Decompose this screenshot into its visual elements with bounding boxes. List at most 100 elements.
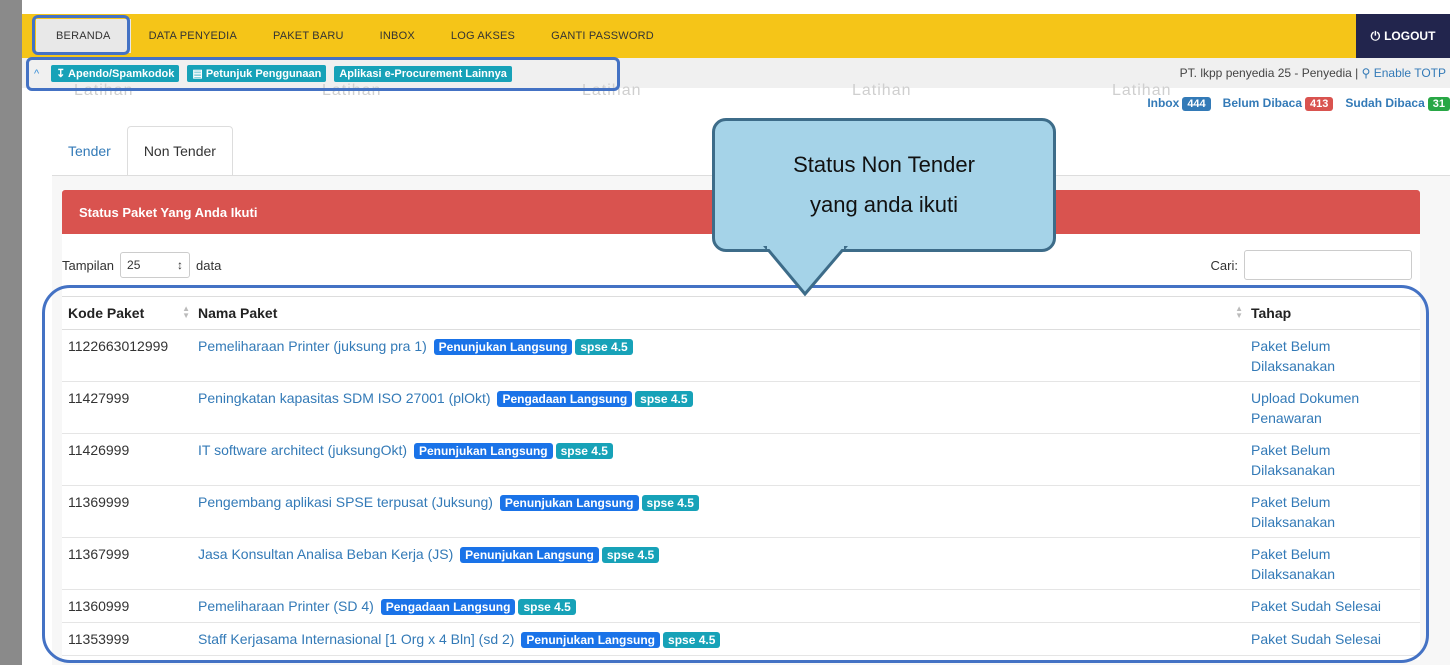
enable-totp-link[interactable]: ⚲ Enable TOTP [1362, 66, 1446, 80]
user-info: PT. lkpp penyedia 25 - Penyedia | ⚲ Enab… [1180, 66, 1446, 80]
method-badge: Penunjukan Langsung [460, 547, 599, 563]
chevron-up-icon[interactable]: ^ [34, 68, 39, 80]
method-badge: Pengadaan Langsung [380, 599, 516, 615]
tahap-link[interactable]: Paket Belum Dilaksanakan [1245, 537, 1420, 590]
tahap-link[interactable]: Paket Belum Dilaksanakan [1245, 433, 1420, 486]
message-counters: Inbox 444 Belum Dibaca 413 Sudah Dibaca 31 [1147, 96, 1450, 111]
nav-data-penyedia[interactable]: DATA PENYEDIA [131, 14, 255, 58]
search-input[interactable] [1244, 250, 1412, 280]
tab-tender[interactable]: Tender [52, 126, 127, 176]
method-badge: Pengadaan Langsung [497, 391, 633, 407]
key-icon: ⚲ [1361, 66, 1371, 80]
callout-pointer [763, 246, 848, 297]
page: BERANDA DATA PENYEDIA PAKET BARU INBOX L… [22, 0, 1450, 665]
method-badge: Penunjukan Langsung [413, 443, 553, 459]
callout-box: Status Non Tender yang anda ikuti [712, 118, 1056, 252]
watermark: Latihan [74, 82, 134, 99]
read-count-badge: 31 [1427, 97, 1450, 111]
petunjuk-link[interactable]: ▤ Petunjuk Penggunaan [187, 65, 327, 82]
column-header-nama[interactable]: Nama Paket ▲ ▼ [192, 296, 1245, 330]
version-badge: spse 4.5 [641, 495, 699, 511]
nav-paket-baru[interactable]: PAKET BARU [255, 14, 362, 58]
watermark: Latihan [852, 82, 912, 99]
tahap-link[interactable]: Paket Belum Dilaksanakan [1245, 485, 1420, 538]
method-badge: Penunjukan Langsung [521, 632, 661, 648]
eproc-apps-link[interactable]: Aplikasi e-Procurement Lainnya [334, 65, 512, 82]
package-link[interactable]: Pemeliharaan Printer (juksung pra 1) [198, 338, 427, 354]
nav-ganti-password[interactable]: GANTI PASSWORD [533, 14, 672, 58]
table-row: 11369999 Pengembang aplikasi SPSE terpusa… [62, 485, 1420, 538]
sort-icon: ▲ ▼ [1235, 304, 1243, 320]
tahap-link[interactable]: Upload Dokumen Penawaran [1245, 381, 1420, 434]
kode-cell: 11360999 [62, 589, 192, 623]
search-label: Cari: [1210, 257, 1238, 273]
package-table: Kode Paket ▲ ▼ Nama Paket ▲ ▼ Tahap 11226630… [62, 296, 1420, 656]
secondary-toolbar: ^ ↧ Apendo/Spamkodok ▤ Petunjuk Pengguna… [22, 58, 1450, 88]
kode-cell: 11367999 [62, 537, 192, 590]
table-row: 1122663012999 Pemeliharaan Printer (juksu… [62, 329, 1420, 382]
tahap-link[interactable]: Paket Sudah Selesai [1245, 589, 1420, 623]
column-header-kode[interactable]: Kode Paket ▲ ▼ [62, 296, 192, 330]
nama-cell: Pemeliharaan Printer (SD 4) Pengadaan La… [192, 589, 1245, 623]
table-row: 11360999 Pemeliharaan Printer (SD 4) Peng… [62, 589, 1420, 623]
kode-cell: 11353999 [62, 622, 192, 656]
nama-cell: IT software architect (juksungOkt) Penun… [192, 433, 1245, 486]
nama-cell: Peningkatan kapasitas SDM ISO 27001 (plO… [192, 381, 1245, 434]
page-size-select[interactable]: 25 ↕ [120, 252, 191, 278]
tahap-link[interactable]: Paket Sudah Selesai [1245, 622, 1420, 656]
kode-cell: 11427999 [62, 381, 192, 434]
version-badge: spse 4.5 [575, 339, 633, 355]
book-icon: ▤ [192, 68, 206, 80]
top-navigation: BERANDA DATA PENYEDIA PAKET BARU INBOX L… [22, 14, 1450, 58]
kode-cell: 1122663012999 [62, 329, 192, 382]
data-label: data [196, 257, 222, 273]
package-link[interactable]: Jasa Konsultan Analisa Beban Kerja (JS) [198, 546, 453, 562]
package-link[interactable]: Pemeliharaan Printer (SD 4) [198, 598, 374, 614]
show-label: Tampilan [62, 257, 115, 273]
download-icon: ↧ [56, 68, 69, 80]
nav-inbox[interactable]: INBOX [362, 14, 433, 58]
method-badge: Penunjukan Langsung [433, 339, 573, 355]
package-link[interactable]: Pengembang aplikasi SPSE terpusat (Juksu… [198, 494, 493, 510]
nav-log-akses[interactable]: LOG AKSES [433, 14, 533, 58]
table-row: 11427999 Peningkatan kapasitas SDM ISO 27… [62, 381, 1420, 434]
version-badge: spse 4.5 [555, 443, 613, 459]
read-link[interactable]: Sudah Dibaca 31 [1345, 96, 1450, 111]
user-name: PT. lkpp penyedia 25 - Penyedia | [1179, 66, 1359, 80]
version-badge: spse 4.5 [518, 599, 576, 615]
nama-cell: Pengembang aplikasi SPSE terpusat (Juksu… [192, 485, 1245, 538]
watermark: Latihan [322, 82, 382, 99]
nama-cell: Pemeliharaan Printer (juksung pra 1) Pen… [192, 329, 1245, 382]
callout-line-1: Status Non Tender [793, 152, 975, 177]
table-row: 11353999 Staff Kerjasama Internasional [1… [62, 622, 1420, 656]
watermark: Latihan [582, 82, 642, 99]
apendo-link[interactable]: ↧ Apendo/Spamkodok [51, 65, 180, 82]
table-row: 11367999 Jasa Konsultan Analisa Beban Ker… [62, 537, 1420, 590]
unread-count-badge: 413 [1305, 97, 1334, 111]
nama-cell: Staff Kerjasama Internasional [1 Org x 4… [192, 622, 1245, 656]
table-row: 11426999 IT software architect (juksungOk… [62, 433, 1420, 486]
tahap-link[interactable]: Paket Belum Dilaksanakan [1245, 329, 1420, 382]
nama-cell: Jasa Konsultan Analisa Beban Kerja (JS) … [192, 537, 1245, 590]
kode-cell: 11369999 [62, 485, 192, 538]
package-link[interactable]: Staff Kerjasama Internasional [1 Org x 4… [198, 631, 514, 647]
power-icon: ⏻ [1370, 28, 1381, 43]
search-control: Cari: [1211, 250, 1412, 280]
unread-link[interactable]: Belum Dibaca 413 [1223, 96, 1334, 111]
inbox-link[interactable]: Inbox 444 [1147, 96, 1211, 111]
package-link[interactable]: Peningkatan kapasitas SDM ISO 27001 (plO… [198, 390, 491, 406]
tab-bar: Tender Non Tender [52, 126, 233, 176]
package-link[interactable]: IT software architect (juksungOkt) [198, 442, 407, 458]
sort-icon: ▲ ▼ [182, 304, 190, 320]
logout-button[interactable]: ⏻ LOGOUT [1356, 14, 1450, 58]
version-badge: spse 4.5 [635, 391, 693, 407]
page-length-control: Tampilan 25 ↕ data [62, 252, 221, 278]
tab-non-tender[interactable]: Non Tender [126, 126, 233, 176]
column-header-tahap[interactable]: Tahap [1245, 296, 1420, 330]
panel-title: Status Paket Yang Anda Ikuti [79, 205, 258, 220]
nav-beranda[interactable]: BERANDA [36, 19, 131, 53]
sort-updown-icon: ↕ [177, 258, 184, 272]
logout-label: LOGOUT [1384, 29, 1436, 43]
version-badge: spse 4.5 [663, 632, 721, 648]
kode-cell: 11426999 [62, 433, 192, 486]
